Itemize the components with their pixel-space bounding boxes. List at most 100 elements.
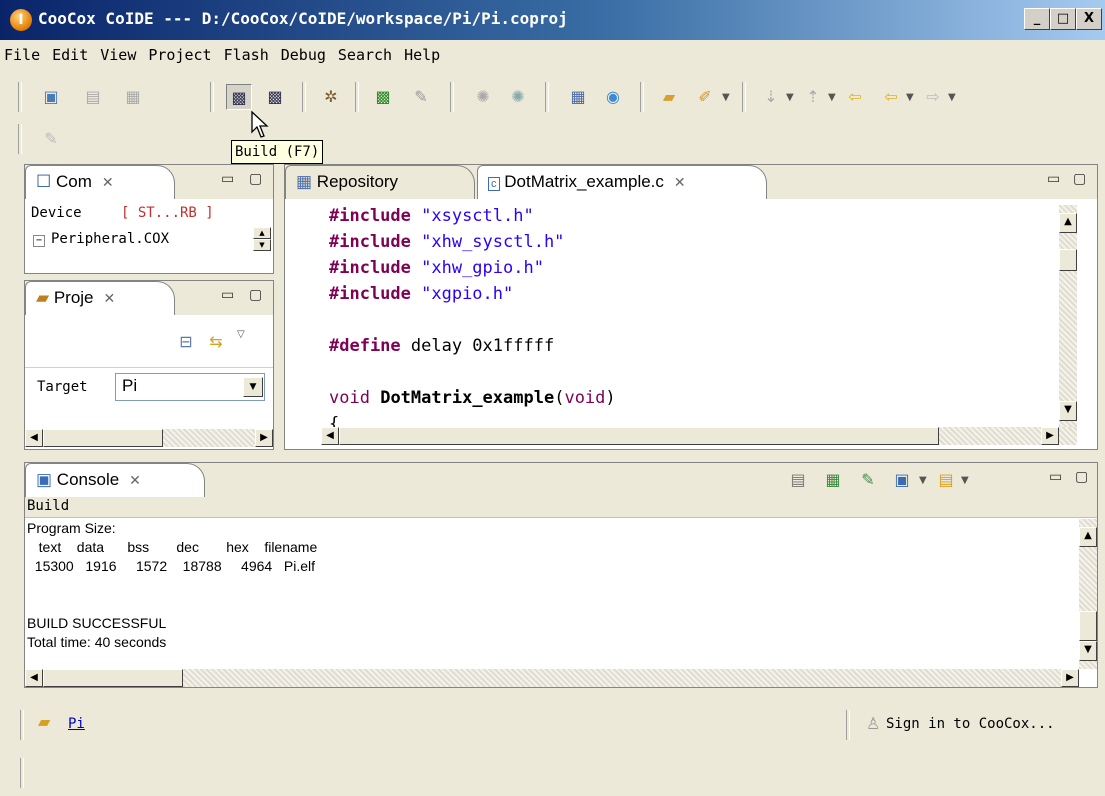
tab-console[interactable]: ▣ Console ✕ [25, 463, 205, 497]
maximize-icon[interactable]: ▢ [249, 171, 262, 187]
sign-in-link[interactable]: Sign in to CooCox... [886, 716, 1055, 732]
menu-project[interactable]: Project [144, 40, 219, 70]
config-icon[interactable]: ✺ [505, 84, 531, 110]
scroll-thumb[interactable] [43, 669, 183, 687]
tab-components[interactable]: ☐ Com ✕ [25, 165, 175, 199]
tree-collapse-icon[interactable]: − [33, 235, 45, 247]
maximize-icon[interactable]: ▢ [1075, 469, 1088, 485]
scroll-right-icon[interactable]: ▶ [255, 429, 273, 447]
code-line: #define delay 0x1fffff [329, 336, 555, 356]
menu-search[interactable]: Search [334, 40, 400, 70]
chevron-down-icon[interactable]: ▼ [906, 92, 914, 103]
scroll-right-icon[interactable]: ▶ [1041, 427, 1059, 445]
clear-console-icon[interactable]: ▤ [785, 467, 811, 493]
rebuild-icon[interactable]: ▩ [262, 84, 288, 110]
minimize-icon[interactable]: ▭ [1047, 171, 1060, 187]
chevron-down-icon[interactable]: ▼ [828, 92, 836, 103]
prev-annotation-icon[interactable]: ⇡ [800, 84, 826, 110]
chevron-down-icon[interactable]: ▼ [948, 92, 956, 103]
debug-icon[interactable]: ✲ [318, 84, 344, 110]
new-file-icon[interactable]: ▤ [80, 84, 106, 110]
menu-file[interactable]: File [0, 40, 48, 70]
forward-icon[interactable]: ⇨ [920, 84, 946, 110]
collapse-all-icon[interactable]: ⊟ [173, 329, 199, 355]
scroll-up-icon[interactable]: ▲ [253, 227, 271, 239]
minimize-icon[interactable]: ▭ [1049, 469, 1062, 485]
maximize-button[interactable]: □ [1050, 8, 1076, 30]
menu-view[interactable]: View [96, 40, 144, 70]
erase-icon[interactable]: ✎ [408, 84, 434, 110]
tab-repository[interactable]: ▦ Repository [285, 165, 475, 199]
minimize-button[interactable]: _ [1024, 8, 1050, 30]
code-line: #include "xhw_gpio.h" [329, 258, 544, 278]
close-icon[interactable]: ✕ [104, 290, 116, 306]
maximize-icon[interactable]: ▢ [1073, 171, 1086, 187]
chevron-down-icon[interactable]: ▼ [786, 92, 794, 103]
scroll-thumb[interactable] [1059, 249, 1077, 271]
scroll-down-icon[interactable]: ▼ [253, 239, 271, 251]
scroll-thumb[interactable] [1079, 611, 1097, 641]
scroll-lock-icon[interactable]: ▦ [820, 467, 846, 493]
open-console-icon[interactable]: ▤ [933, 467, 959, 493]
repository-icon[interactable]: ▦ [565, 84, 591, 110]
project-link[interactable]: Pi [68, 716, 85, 732]
menu-edit[interactable]: Edit [48, 40, 96, 70]
download-icon[interactable]: ▩ [370, 84, 396, 110]
vertical-scrollbar[interactable]: ▲ ▼ [253, 227, 271, 251]
tree-item[interactable]: Peripheral.COX [51, 231, 169, 247]
chevron-down-icon[interactable]: ▼ [919, 475, 927, 486]
scroll-up-icon[interactable]: ▲ [1079, 527, 1097, 547]
close-icon[interactable]: ✕ [102, 174, 114, 190]
back-icon[interactable]: ⇦ [878, 84, 904, 110]
scroll-down-icon[interactable]: ▼ [1079, 641, 1097, 661]
build-icon[interactable]: ▩ [226, 84, 252, 110]
horizontal-scrollbar[interactable]: ◀ ▶ [321, 427, 1077, 445]
view-menu-icon[interactable]: ▽ [237, 329, 245, 340]
new-project-icon[interactable]: ▣ [38, 84, 64, 110]
open-folder-icon[interactable]: ▰ [656, 84, 682, 110]
scroll-left-icon[interactable]: ◀ [321, 427, 339, 445]
target-value: Pi [122, 376, 138, 395]
console-output[interactable]: Program Size: text data bss dec hex file… [25, 519, 1075, 669]
display-console-icon[interactable]: ▣ [889, 467, 915, 493]
horizontal-scrollbar[interactable]: ◀ ▶ [25, 669, 1079, 687]
minimize-icon[interactable]: ▭ [221, 171, 234, 187]
scroll-left-icon[interactable]: ◀ [25, 429, 43, 447]
scroll-up-icon[interactable]: ▲ [1059, 213, 1077, 233]
save-icon[interactable]: ▦ [120, 84, 146, 110]
target-select[interactable]: Pi ▼ [115, 373, 265, 401]
tab-dotmatrix[interactable]: c DotMatrix_example.c ✕ [477, 165, 767, 199]
tool-icon[interactable]: ✐ [692, 84, 718, 110]
scroll-left-icon[interactable]: ◀ [25, 669, 43, 687]
menu-help[interactable]: Help [400, 40, 448, 70]
vertical-scrollbar[interactable]: ▲ ▼ [1079, 519, 1097, 669]
chevron-down-icon[interactable]: ▼ [243, 377, 263, 397]
scroll-thumb[interactable] [339, 427, 939, 445]
code-area[interactable]: #include "xsysctl.h" #include "xhw_sysct… [321, 199, 1059, 427]
device-value[interactable]: [ ST...RB ] [121, 205, 214, 221]
vertical-scrollbar[interactable]: ▲ ▼ [1059, 205, 1077, 427]
editor-tabbar: ▦ Repository c DotMatrix_example.c ✕ ▭ ▢ [285, 165, 1097, 199]
last-edit-icon[interactable]: ⇦ [842, 84, 868, 110]
chevron-down-icon[interactable]: ▼ [961, 475, 969, 486]
status-separator [20, 758, 24, 788]
components-icon[interactable]: ◉ [600, 84, 626, 110]
pin-console-icon[interactable]: ✎ [855, 467, 881, 493]
horizontal-scrollbar[interactable]: ◀ ▶ [25, 429, 273, 447]
minimize-icon[interactable]: ▭ [221, 287, 234, 303]
next-annotation-icon[interactable]: ⇣ [758, 84, 784, 110]
tab-project[interactable]: ▰ Proje ✕ [25, 281, 175, 315]
menu-debug[interactable]: Debug [277, 40, 334, 70]
chevron-down-icon[interactable]: ▼ [722, 92, 730, 103]
maximize-icon[interactable]: ▢ [249, 287, 262, 303]
settings-icon[interactable]: ✺ [470, 84, 496, 110]
link-editor-icon[interactable]: ⇆ [203, 329, 229, 355]
close-icon[interactable]: ✕ [674, 174, 686, 190]
pin-icon[interactable]: ✎ [38, 126, 64, 152]
scroll-down-icon[interactable]: ▼ [1059, 401, 1077, 421]
menu-flash[interactable]: Flash [220, 40, 277, 70]
scroll-right-icon[interactable]: ▶ [1061, 669, 1079, 687]
scroll-thumb[interactable] [43, 429, 163, 447]
close-button[interactable]: X [1076, 8, 1102, 30]
close-icon[interactable]: ✕ [129, 472, 141, 488]
